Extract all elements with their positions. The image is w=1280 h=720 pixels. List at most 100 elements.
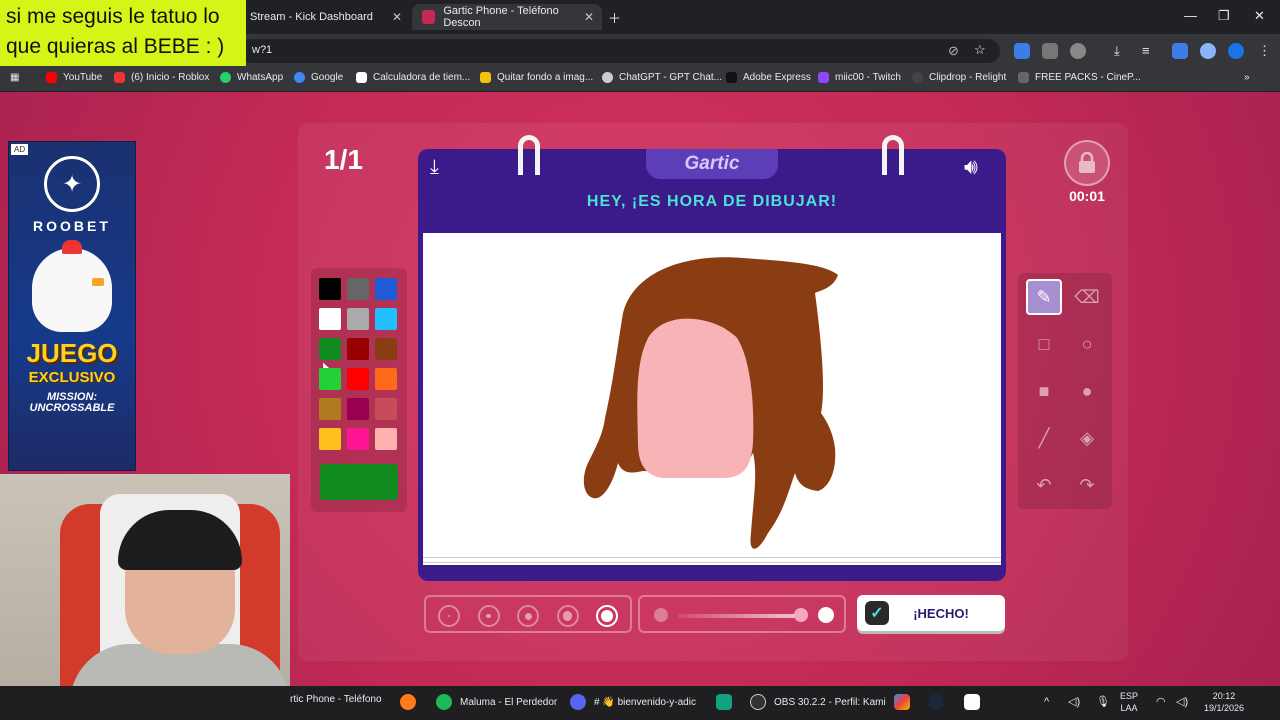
tab-label: Gartic Phone - Teléfono Descon [443, 5, 559, 29]
gartic-logo: Gartic [646, 149, 778, 179]
chatgpt-app-icon[interactable] [716, 694, 740, 710]
color-swatch[interactable] [319, 398, 341, 420]
color-swatch[interactable] [347, 428, 369, 450]
done-button[interactable]: ✓ ¡HECHO! [857, 595, 1005, 631]
ad-tag: AD [11, 144, 29, 155]
color-swatch[interactable] [319, 428, 341, 450]
sidepanel-icon[interactable] [1172, 43, 1188, 59]
taskbar-spotify[interactable]: Maluma - El Perdedor [436, 694, 557, 710]
bookmark-calculadora[interactable]: Calculadora de tiem... [356, 72, 470, 83]
lock-icon [1079, 152, 1095, 173]
lock-button[interactable] [1064, 140, 1110, 186]
brush-size-option[interactable] [438, 605, 460, 627]
chicken-icon [32, 240, 112, 332]
opacity-min-icon [654, 608, 668, 622]
tab-kick-dashboard[interactable]: Stream - Kick Dashboard ✕ [240, 4, 410, 30]
color-swatch[interactable] [347, 278, 369, 300]
bucket-tool-icon[interactable]: ◈ [1069, 420, 1105, 456]
bookmark-roblox[interactable]: (6) Inicio - Roblox [114, 72, 209, 83]
bookmark-chatgpt[interactable]: ChatGPT - GPT Chat... [602, 72, 722, 83]
redo-tool-icon[interactable]: ↷ [1069, 467, 1105, 503]
menu-icon[interactable]: ⋮ [1258, 43, 1271, 59]
color-swatch[interactable] [375, 308, 397, 330]
color-swatch[interactable] [347, 398, 369, 420]
extension-icon[interactable] [1014, 43, 1030, 59]
puzzle-icon[interactable] [1070, 43, 1086, 59]
undo-tool-icon[interactable]: ↶ [1026, 467, 1062, 503]
ad-brand: ROOBET [33, 218, 111, 234]
sound-icon[interactable]: 🔊︎ [964, 154, 994, 180]
ellipse-outline-tool-icon[interactable]: ○ [1069, 326, 1105, 362]
drawing-canvas[interactable] [423, 233, 1001, 565]
firefox-icon[interactable] [400, 694, 424, 710]
taskbar-obs[interactable]: OBS 30.2.2 - Perfil: Kami [750, 694, 886, 710]
opacity-slider[interactable] [638, 595, 846, 633]
apps-icon[interactable]: ▦ [10, 72, 19, 83]
tab-gartic-phone[interactable]: Gartic Phone - Teléfono Descon ✕ [412, 4, 602, 30]
star-icon[interactable]: ☆ [974, 42, 986, 58]
extension-icon[interactable] [1042, 43, 1058, 59]
close-icon[interactable]: ✕ [392, 10, 402, 24]
close-icon[interactable]: ✕ [584, 10, 594, 24]
address-bar[interactable]: w?1 [240, 39, 1000, 63]
minimize-icon[interactable]: — [1184, 8, 1197, 23]
color-swatch[interactable] [347, 368, 369, 390]
opacity-track[interactable] [678, 614, 796, 618]
media-icon[interactable]: ≡ [1142, 43, 1150, 58]
brush-size-option[interactable] [517, 605, 539, 627]
language-indicator[interactable]: ESP LAA [1120, 690, 1138, 714]
color-swatch[interactable] [375, 368, 397, 390]
tray-chevron-icon[interactable]: ^ [1044, 696, 1049, 708]
wifi-icon[interactable]: ◠ [1156, 696, 1166, 708]
check-icon[interactable] [1228, 43, 1244, 59]
mic-icon[interactable]: 🎙︎ [1096, 696, 1110, 708]
color-swatch[interactable] [319, 278, 341, 300]
maximize-icon[interactable]: ❐ [1218, 8, 1230, 24]
rectangle-outline-tool-icon[interactable]: □ [1026, 326, 1062, 362]
download-icon[interactable]: ⤓ [430, 156, 454, 180]
rectangle-fill-tool-icon[interactable]: ■ [1026, 373, 1062, 409]
avatar[interactable] [1200, 43, 1216, 59]
bookmark-google[interactable]: Google [294, 72, 343, 83]
pencil-tool-icon[interactable]: ✎ [1026, 279, 1062, 315]
color-swatch[interactable] [319, 338, 341, 360]
opacity-knob[interactable] [794, 608, 808, 622]
eraser-tool-icon[interactable]: ⌫ [1069, 279, 1105, 315]
volume-icon[interactable]: ◁) [1176, 696, 1188, 708]
bookmark-youtube[interactable]: YouTube [46, 72, 102, 83]
done-label: ¡HECHO! [913, 605, 969, 621]
bookmark-twitch[interactable]: miic00 - Twitch [818, 72, 901, 83]
color-swatch[interactable] [375, 278, 397, 300]
color-swatch[interactable] [319, 308, 341, 330]
steam-icon[interactable] [928, 694, 952, 710]
bookmark-clipdrop[interactable]: Clipdrop - Relight [912, 72, 1006, 83]
brush-size-option[interactable] [556, 605, 579, 627]
color-swatch[interactable] [319, 368, 341, 390]
color-swatch[interactable] [375, 338, 397, 360]
more-bookmarks-icon[interactable]: » [1244, 72, 1250, 83]
color-swatch[interactable] [375, 398, 397, 420]
speaker-icon[interactable]: ◁) [1068, 696, 1080, 708]
bookmark-quitar-fondo[interactable]: Quitar fondo a imag... [480, 72, 593, 83]
gartic-page: AD ✦ ROOBET JUEGO EXCLUSIVO MISSION: UNC… [0, 92, 1280, 686]
brush-size-option[interactable] [596, 605, 618, 627]
close-window-icon[interactable]: ✕ [1254, 8, 1265, 24]
app-icon[interactable] [894, 694, 918, 710]
bookmark-free-packs[interactable]: FREE PACKS - CineP... [1018, 72, 1141, 83]
capcut-icon[interactable] [964, 694, 988, 710]
bookmark-adobe-express[interactable]: Adobe Express [726, 72, 811, 83]
ellipse-fill-tool-icon[interactable]: ● [1069, 373, 1105, 409]
line-tool-icon[interactable]: ╱ [1026, 420, 1062, 456]
eye-off-icon[interactable]: ⊘ [948, 43, 959, 59]
color-swatch[interactable] [347, 308, 369, 330]
color-swatch[interactable] [347, 338, 369, 360]
clock[interactable]: 20:12 19/1/2026 [1194, 690, 1254, 714]
taskbar-gartic[interactable]: rtic Phone - Teléfono [290, 694, 382, 705]
new-tab-icon[interactable]: ＋ [608, 8, 621, 27]
roobet-ad[interactable]: AD ✦ ROOBET JUEGO EXCLUSIVO MISSION: UNC… [8, 141, 136, 471]
taskbar-discord[interactable]: # 👋 bienvenido-y-adic [570, 694, 696, 710]
bookmark-whatsapp[interactable]: WhatsApp [220, 72, 283, 83]
download-icon[interactable]: ⤓ [1114, 43, 1120, 59]
color-swatch[interactable] [375, 428, 397, 450]
brush-size-option[interactable] [477, 605, 500, 627]
